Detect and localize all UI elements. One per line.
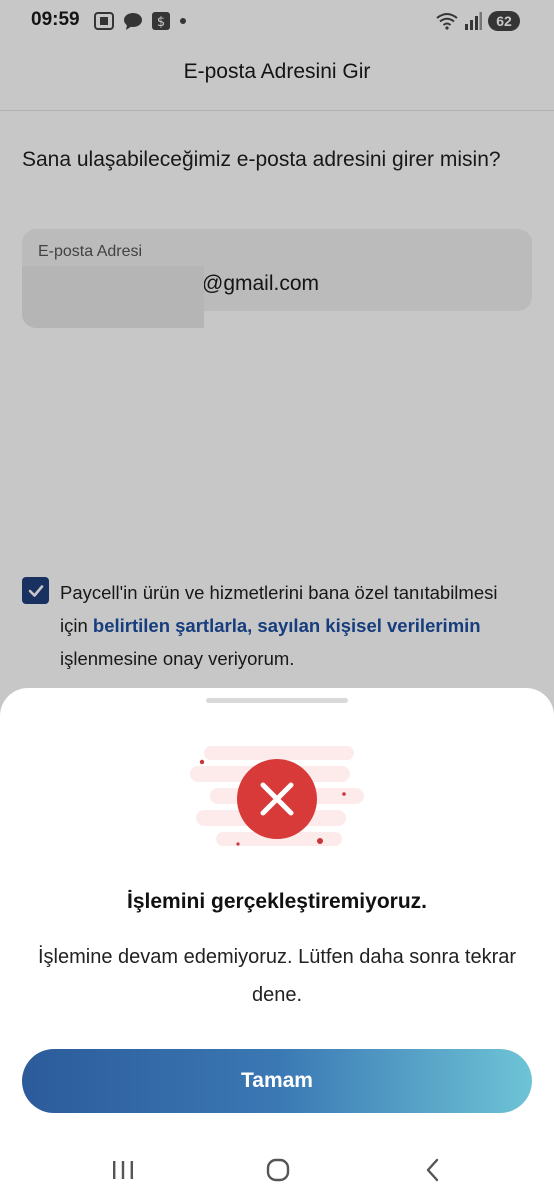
ok-button[interactable]: Tamam xyxy=(22,1049,532,1113)
error-bottom-sheet: İşlemini gerçekleştiremiyoruz. İşlemine … xyxy=(0,688,554,1200)
screen: 09:59 $ 62 E-posta Adresini Gir Sana ula… xyxy=(0,0,554,1200)
error-illustration xyxy=(190,746,364,846)
error-message: İşlemine devam edemiyoruz. Lütfen daha s… xyxy=(37,946,517,1006)
recent-apps-icon[interactable] xyxy=(103,1154,143,1186)
back-icon[interactable] xyxy=(413,1154,453,1186)
error-title: İşlemini gerçekleştiremiyoruz. xyxy=(127,890,427,913)
sheet-drag-handle[interactable] xyxy=(206,698,348,703)
system-navigation-bar xyxy=(0,1140,554,1200)
home-icon[interactable] xyxy=(258,1154,298,1186)
